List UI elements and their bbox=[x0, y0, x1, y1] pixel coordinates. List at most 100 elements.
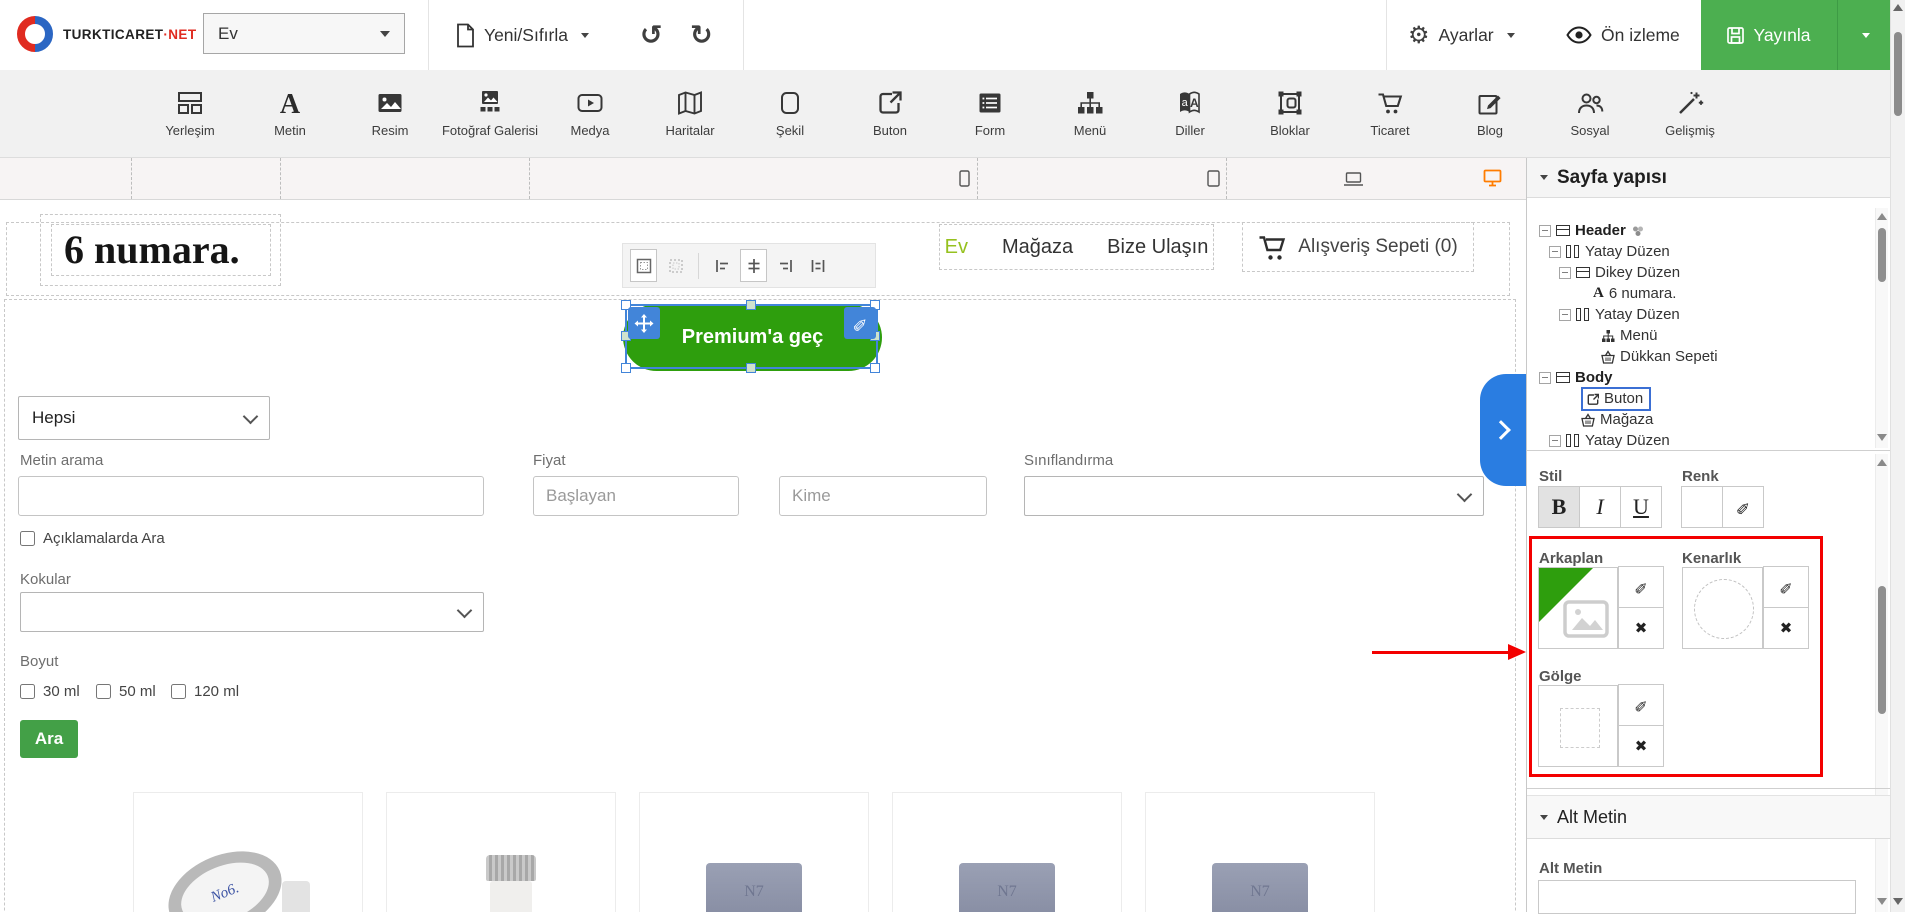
price-to-input[interactable] bbox=[779, 476, 987, 516]
color-swatch[interactable] bbox=[1681, 486, 1723, 528]
toolbar-item-haritalar[interactable]: Haritalar bbox=[640, 70, 740, 157]
move-handle[interactable] bbox=[628, 307, 660, 339]
nav-item-magaza[interactable]: Mağaza bbox=[1002, 236, 1073, 259]
classification-select[interactable] bbox=[1024, 476, 1484, 516]
collapse-icon[interactable] bbox=[1539, 371, 1551, 384]
outer-border-button[interactable] bbox=[630, 249, 657, 282]
tablet-icon[interactable] bbox=[1207, 170, 1220, 187]
tree-item-dikey-duzen[interactable]: Dikey Düzen bbox=[1531, 262, 1871, 283]
scroll-up-icon[interactable] bbox=[1877, 459, 1887, 466]
size-50ml-checkbox[interactable] bbox=[96, 684, 111, 699]
tree-item-menu[interactable]: Menü bbox=[1531, 325, 1871, 346]
border-clear-button[interactable]: ✖ bbox=[1763, 607, 1809, 649]
inner-border-button[interactable] bbox=[662, 249, 689, 282]
site-title[interactable]: 6 numara. bbox=[52, 225, 270, 275]
preview-button[interactable]: Ön izleme bbox=[1566, 0, 1680, 70]
tree-item-dukkan-sepeti[interactable]: Dükkan Sepeti bbox=[1531, 346, 1871, 367]
alt-text-section-header[interactable]: Alt Metin bbox=[1527, 795, 1891, 839]
shadow-preview[interactable] bbox=[1538, 685, 1618, 767]
toolbar-item-bloklar[interactable]: Bloklar bbox=[1240, 70, 1340, 157]
tree-item-yatay-duzen[interactable]: Yatay Düzen bbox=[1531, 430, 1871, 451]
collapse-icon[interactable] bbox=[1549, 434, 1561, 447]
align-justify-button[interactable] bbox=[804, 249, 831, 282]
page-canvas[interactable]: 6 numara. Ev Mağaza Bize Ulaşın Alışveri… bbox=[0, 200, 1526, 912]
toolbar-item-sekil[interactable]: Şekil bbox=[740, 70, 840, 157]
align-center-button[interactable] bbox=[740, 249, 767, 282]
page-structure-header[interactable]: Sayfa yapısı bbox=[1527, 158, 1891, 198]
search-descriptions-checkbox[interactable] bbox=[20, 531, 35, 546]
underline-button[interactable]: U bbox=[1620, 486, 1662, 528]
tree-item-yatay-duzen[interactable]: Yatay Düzen bbox=[1531, 304, 1871, 325]
toolbar-item-ticaret[interactable]: Ticaret bbox=[1340, 70, 1440, 157]
text-search-input[interactable] bbox=[18, 476, 484, 516]
border-preview[interactable] bbox=[1682, 567, 1763, 649]
collapse-icon[interactable] bbox=[1559, 266, 1571, 279]
site-title-outer-outline[interactable]: 6 numara. bbox=[40, 214, 281, 286]
desktop-icon[interactable] bbox=[1483, 169, 1502, 187]
shadow-edit-button[interactable]: ✎ bbox=[1618, 684, 1664, 726]
undo-button[interactable]: ↺ bbox=[640, 0, 663, 70]
tree-item-yatay-duzen[interactable]: Yatay Düzen bbox=[1531, 241, 1871, 262]
background-preview[interactable] bbox=[1538, 567, 1618, 649]
collapse-icon[interactable] bbox=[1559, 308, 1571, 321]
selected-tree-item-box[interactable]: Buton bbox=[1581, 386, 1652, 411]
shadow-clear-button[interactable]: ✖ bbox=[1618, 725, 1664, 767]
bold-button[interactable]: B bbox=[1538, 486, 1580, 528]
panel-scrollbar[interactable] bbox=[1875, 454, 1888, 912]
italic-button[interactable]: I bbox=[1579, 486, 1621, 528]
scroll-up-icon[interactable] bbox=[1877, 213, 1887, 220]
toolbar-item-blog[interactable]: Blog bbox=[1440, 70, 1540, 157]
size-30ml-checkbox[interactable] bbox=[20, 684, 35, 699]
scroll-down-icon[interactable] bbox=[1893, 898, 1903, 905]
product-card[interactable]: N7 bbox=[639, 792, 869, 912]
tree-scrollbar[interactable] bbox=[1875, 208, 1888, 448]
border-edit-button[interactable]: ✎ bbox=[1763, 566, 1809, 608]
background-edit-button[interactable]: ✎ bbox=[1618, 566, 1664, 608]
toolbar-item-buton[interactable]: Buton bbox=[840, 70, 940, 157]
tree-item-magaza[interactable]: Mağaza bbox=[1531, 409, 1871, 430]
site-title-box[interactable]: 6 numara. bbox=[51, 224, 271, 276]
align-left-button[interactable] bbox=[708, 249, 735, 282]
collapse-icon[interactable] bbox=[1539, 224, 1551, 237]
panel-toggle-button[interactable] bbox=[1480, 374, 1526, 486]
nav-item-bize-ulasin[interactable]: Bize Ulaşın bbox=[1107, 236, 1208, 259]
align-right-button[interactable] bbox=[772, 249, 799, 282]
product-card[interactable]: N7 bbox=[892, 792, 1122, 912]
new-reset-button[interactable]: Yeni/Sıfırla bbox=[455, 0, 589, 70]
edit-element-button[interactable]: ✎ bbox=[844, 307, 876, 339]
toolbar-item-medya[interactable]: Medya bbox=[540, 70, 640, 157]
selected-button-element[interactable]: Premium'a geç ✎ bbox=[621, 300, 883, 373]
collapse-icon[interactable] bbox=[1549, 245, 1561, 258]
product-card[interactable]: No6. bbox=[133, 792, 363, 912]
toolbar-item-yerlesim[interactable]: Yerleşim bbox=[140, 70, 240, 157]
toolbar-item-sosyal[interactable]: Sosyal bbox=[1540, 70, 1640, 157]
resize-handle-se[interactable] bbox=[870, 363, 880, 373]
laptop-icon[interactable] bbox=[1343, 172, 1364, 187]
product-card[interactable] bbox=[386, 792, 616, 912]
price-from-input[interactable] bbox=[533, 476, 739, 516]
phone-icon[interactable] bbox=[959, 170, 970, 187]
toolbar-item-diller[interactable]: A a Diller bbox=[1140, 70, 1240, 157]
redo-button[interactable]: ↻ bbox=[690, 0, 713, 70]
publish-dropdown-button[interactable] bbox=[1837, 0, 1890, 70]
page-select[interactable]: Ev bbox=[203, 13, 405, 54]
tree-item-6-numara[interactable]: A 6 numara. bbox=[1531, 283, 1871, 304]
toolbar-item-fotograf-galerisi[interactable]: Fotoğraf Galerisi bbox=[440, 70, 540, 157]
nav-item-ev[interactable]: Ev bbox=[945, 236, 968, 259]
background-clear-button[interactable]: ✖ bbox=[1618, 607, 1664, 649]
size-120ml-checkbox[interactable] bbox=[171, 684, 186, 699]
publish-button[interactable]: Yayınla bbox=[1701, 0, 1837, 70]
tree-item-header[interactable]: Header bbox=[1531, 220, 1871, 241]
resize-handle-s[interactable] bbox=[746, 363, 756, 373]
product-card[interactable]: N7 bbox=[1145, 792, 1375, 912]
scroll-up-icon[interactable] bbox=[1893, 4, 1903, 11]
tree-item-buton-selected[interactable]: Buton bbox=[1531, 386, 1871, 411]
alt-text-input[interactable] bbox=[1538, 880, 1856, 914]
toolbar-item-gelismis[interactable]: Gelişmiş bbox=[1640, 70, 1740, 157]
shop-cart-widget[interactable]: Alışveriş Sepeti (0) bbox=[1242, 222, 1474, 272]
scrollbar-thumb[interactable] bbox=[1878, 228, 1886, 282]
search-button[interactable]: Ara bbox=[20, 720, 78, 758]
page-scrollbar[interactable] bbox=[1890, 0, 1905, 912]
toolbar-item-form[interactable]: Form bbox=[940, 70, 1040, 157]
scroll-down-icon[interactable] bbox=[1877, 434, 1887, 441]
